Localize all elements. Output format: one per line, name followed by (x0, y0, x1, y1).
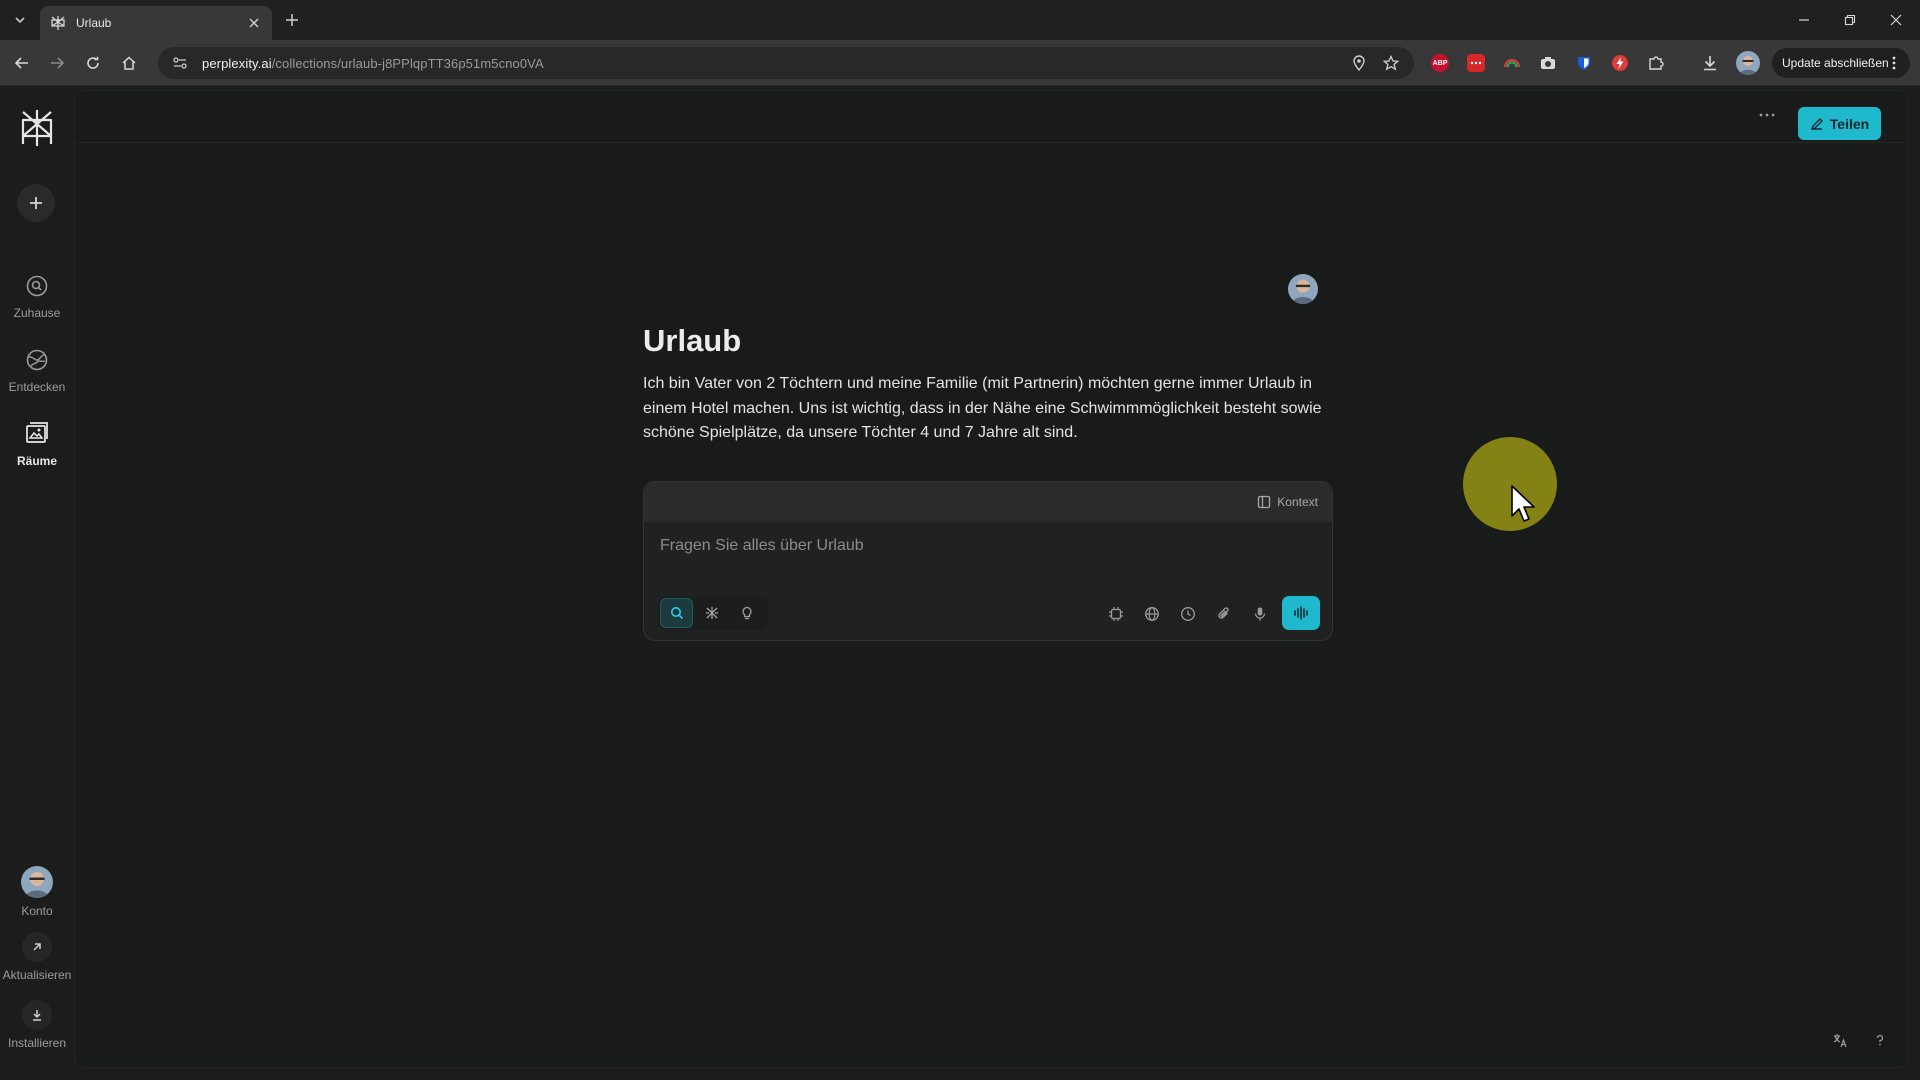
lightning-extension-icon[interactable] (1610, 53, 1630, 73)
search-circle-icon (23, 272, 51, 300)
update-complete-button[interactable]: Update abschließen (1772, 48, 1910, 78)
pencil-share-icon (1810, 117, 1823, 130)
plus-icon (30, 197, 42, 209)
share-button[interactable]: Teilen (1798, 107, 1881, 140)
account-avatar (21, 866, 53, 898)
model-chip-icon[interactable] (1104, 602, 1128, 626)
space-title: Urlaub (643, 323, 742, 358)
perplexity-favicon-icon (50, 15, 66, 31)
location-pin-icon[interactable] (1350, 54, 1368, 72)
main-panel: Teilen Urlaub Ich bin Vater von 2 Töchte… (74, 90, 1908, 1068)
ask-input[interactable] (660, 534, 1300, 558)
spaces-icon (23, 420, 51, 448)
home-icon[interactable] (119, 53, 139, 73)
bitwarden-shield-icon[interactable] (1574, 53, 1594, 73)
mouse-cursor-icon (1511, 485, 1535, 522)
attach-paperclip-icon[interactable] (1212, 602, 1236, 626)
window-close-icon[interactable] (1886, 10, 1906, 30)
search-mode-icon[interactable] (660, 598, 694, 628)
forward-arrow-icon[interactable] (47, 53, 67, 73)
history-clock-icon[interactable] (1176, 602, 1200, 626)
browser-profile-avatar[interactable] (1736, 51, 1760, 75)
sidebar-item-account[interactable]: Konto (0, 866, 74, 918)
browser-toolbar: perplexity.ai/collections/urlaub-j8PPlqp… (0, 40, 1920, 86)
language-translate-icon[interactable] (1829, 1029, 1851, 1051)
research-mode-icon[interactable] (695, 598, 728, 628)
perplexity-logo-icon[interactable] (19, 108, 55, 148)
tab-title: Urlaub (76, 16, 112, 30)
globe-icon (23, 346, 51, 374)
microphone-icon[interactable] (1248, 602, 1272, 626)
more-options-dots-icon[interactable] (1755, 103, 1779, 127)
web-globe-icon[interactable] (1140, 602, 1164, 626)
extensions-puzzle-icon[interactable] (1646, 53, 1666, 73)
help-question-icon[interactable] (1869, 1029, 1891, 1051)
perplexity-app: Zuhause Entdecken Räume Konto Aktualisie… (0, 86, 1920, 1080)
red-extension-icon[interactable] (1466, 53, 1486, 73)
sidebar: Zuhause Entdecken Räume Konto Aktualisie… (0, 86, 74, 1080)
sidebar-item-upgrade[interactable]: Aktualisieren (0, 932, 74, 982)
back-arrow-icon[interactable] (12, 53, 32, 73)
window-restore-icon[interactable] (1840, 10, 1860, 30)
voice-mode-button[interactable] (1282, 596, 1320, 630)
space-description: Ich bin Vater von 2 Töchtern und meine F… (643, 375, 1322, 441)
adblock-extension-icon[interactable]: ABP (1430, 53, 1450, 73)
window-minimize-icon[interactable] (1794, 10, 1814, 30)
reasoning-lightbulb-icon[interactable] (731, 598, 764, 628)
audio-wave-icon (1294, 606, 1308, 620)
rainbow-extension-icon[interactable] (1502, 53, 1522, 73)
site-settings-icon[interactable] (172, 55, 188, 71)
main-header (75, 91, 1907, 143)
camera-extension-icon[interactable] (1538, 53, 1558, 73)
sidebar-item-label: Konto (21, 904, 53, 918)
sidebar-item-label: Räume (16, 454, 57, 468)
sidebar-item-spaces[interactable]: Räume (0, 420, 74, 468)
sidebar-item-label: Zuhause (13, 306, 61, 320)
context-button[interactable]: Kontext (1257, 492, 1318, 512)
search-mode-group (658, 596, 768, 630)
url-text: perplexity.ai/collections/urlaub-j8PPlqp… (202, 55, 544, 71)
sidebar-item-home[interactable]: Zuhause (0, 272, 74, 320)
tab-close-icon[interactable] (246, 15, 262, 31)
bookmark-star-icon[interactable] (1382, 54, 1400, 72)
reload-icon[interactable] (83, 53, 103, 73)
new-tab-plus-icon[interactable] (282, 10, 302, 30)
browser-tabstrip: Urlaub (0, 0, 1920, 40)
tab-search-chevron-icon[interactable] (10, 10, 30, 30)
ask-box-header: Kontext (644, 482, 1332, 522)
panel-icon (1258, 495, 1271, 509)
space-owner-avatar[interactable] (1288, 274, 1318, 304)
downloads-icon[interactable] (1700, 53, 1720, 73)
ask-box: Kontext (643, 481, 1333, 641)
sidebar-item-label: Entdecken (8, 380, 66, 394)
sidebar-item-install[interactable]: Installieren (0, 1000, 74, 1050)
download-icon (22, 1000, 52, 1030)
browser-tab-active[interactable]: Urlaub (40, 6, 272, 40)
sidebar-item-label: Aktualisieren (2, 968, 72, 982)
arrow-up-right-icon (22, 932, 52, 962)
sidebar-item-discover[interactable]: Entdecken (0, 346, 74, 394)
sidebar-item-label: Installieren (7, 1036, 67, 1050)
new-thread-plus-button[interactable] (17, 184, 55, 222)
browser-menu-dots-icon[interactable] (1886, 55, 1902, 71)
address-bar[interactable]: perplexity.ai/collections/urlaub-j8PPlqp… (158, 47, 1414, 79)
